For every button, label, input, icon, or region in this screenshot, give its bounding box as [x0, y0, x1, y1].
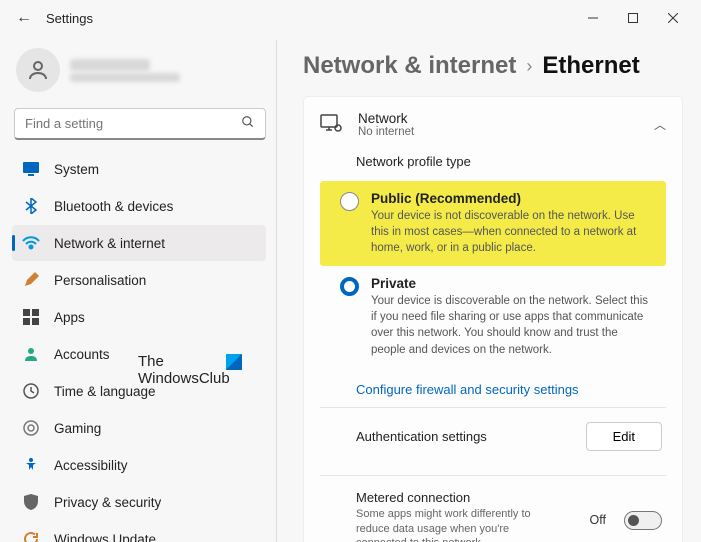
metered-toggle[interactable]: [624, 511, 662, 530]
breadcrumb-current: Ethernet: [542, 52, 639, 80]
sidebar-item-system[interactable]: System: [12, 151, 266, 187]
accounts-icon: [22, 345, 40, 363]
breadcrumb: Network & internet › Ethernet: [303, 52, 683, 80]
sidebar-item-label: Windows Update: [54, 532, 156, 542]
sidebar-item-privacy[interactable]: Privacy & security: [12, 484, 266, 520]
user-name-blurred: [70, 59, 150, 71]
search-input[interactable]: [25, 116, 241, 131]
chevron-right-icon: ›: [526, 56, 532, 77]
close-button[interactable]: [653, 2, 693, 34]
metered-title: Metered connection: [356, 490, 578, 505]
sidebar-item-label: Apps: [54, 310, 85, 325]
sidebar-item-network[interactable]: Network & internet: [12, 225, 266, 261]
monitor-icon: [320, 114, 342, 136]
search-icon: [241, 115, 255, 132]
auth-title: Authentication settings: [356, 429, 574, 444]
sidebar-item-label: System: [54, 162, 99, 177]
sidebar-item-apps[interactable]: Apps: [12, 299, 266, 335]
update-icon: [22, 530, 40, 542]
sidebar-item-accounts[interactable]: Accounts: [12, 336, 266, 372]
sidebar-item-accessibility[interactable]: Accessibility: [12, 447, 266, 483]
sidebar-item-label: Network & internet: [54, 236, 165, 251]
apps-icon: [22, 308, 40, 326]
accessibility-icon: [22, 456, 40, 474]
radio-button-private[interactable]: [340, 277, 359, 296]
sidebar-item-label: Privacy & security: [54, 495, 161, 510]
radio-private[interactable]: Private Your device is discoverable on t…: [320, 266, 666, 367]
window-title: Settings: [46, 11, 573, 26]
maximize-button[interactable]: [613, 2, 653, 34]
system-icon: [22, 160, 40, 178]
paintbrush-icon: [22, 271, 40, 289]
radio-private-desc: Your device is discoverable on the netwo…: [371, 293, 654, 357]
sidebar-item-label: Accounts: [54, 347, 110, 362]
radio-public[interactable]: Public (Recommended) Your device is not …: [320, 181, 666, 266]
clock-icon: [22, 382, 40, 400]
sidebar-item-time[interactable]: Time & language: [12, 373, 266, 409]
toggle-state: Off: [590, 513, 606, 527]
sidebar-item-label: Personalisation: [54, 273, 146, 288]
sidebar-item-label: Gaming: [54, 421, 101, 436]
back-button[interactable]: ←: [8, 2, 40, 34]
radio-private-title: Private: [371, 276, 654, 291]
radio-public-desc: Your device is not discoverable on the n…: [371, 208, 654, 256]
sidebar-item-label: Bluetooth & devices: [54, 199, 173, 214]
sidebar-item-personalisation[interactable]: Personalisation: [12, 262, 266, 298]
firewall-link[interactable]: Configure firewall and security settings: [356, 382, 666, 397]
sidebar-item-gaming[interactable]: Gaming: [12, 410, 266, 446]
user-profile[interactable]: [8, 44, 276, 106]
user-email-blurred: [70, 73, 180, 82]
wifi-icon: [22, 234, 40, 252]
metered-desc: Some apps might work differently to redu…: [356, 507, 556, 542]
sidebar-item-label: Time & language: [54, 384, 156, 399]
sidebar-item-label: Accessibility: [54, 458, 128, 473]
sidebar-item-update[interactable]: Windows Update: [12, 521, 266, 542]
radio-public-title: Public (Recommended): [371, 191, 654, 206]
bluetooth-icon: [22, 197, 40, 215]
edit-button[interactable]: Edit: [586, 422, 662, 451]
radio-button-public[interactable]: [340, 192, 359, 211]
chevron-up-icon: ︿: [654, 116, 666, 133]
network-status: No internet: [358, 126, 638, 138]
minimize-button[interactable]: [573, 2, 613, 34]
network-title: Network: [358, 111, 638, 126]
breadcrumb-parent[interactable]: Network & internet: [303, 52, 516, 80]
profile-type-heading: Network profile type: [356, 154, 666, 169]
shield-icon: [22, 493, 40, 511]
gaming-icon: [22, 419, 40, 437]
avatar-icon: [16, 48, 60, 92]
search-input-wrap[interactable]: [14, 108, 266, 140]
sidebar-item-bluetooth[interactable]: Bluetooth & devices: [12, 188, 266, 224]
network-card[interactable]: Network No internet ︿ Network profile ty…: [303, 96, 683, 542]
